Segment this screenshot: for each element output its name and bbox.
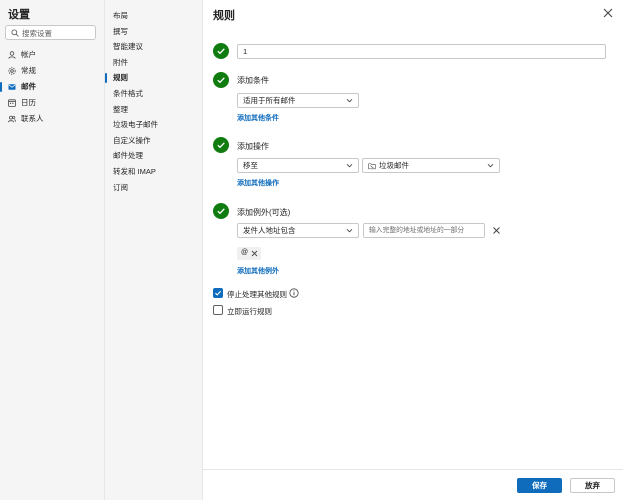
chevron-down-icon [346,98,353,103]
mail-nav-item-conditional-formatting[interactable]: 条件格式 [105,86,203,102]
add-exception-link[interactable]: 添加其他例外 [237,266,279,276]
condition-select[interactable]: 适用于所有邮件 [237,93,359,108]
step-complete-icon [213,43,229,59]
footer: 保存 放弃 [203,469,623,500]
rule-editor: 规则 1 添加条件 适用于所有邮件 添加其他条件 添加操作 移至 垃圾邮件 添加… [203,0,623,500]
action-select-value: 移至 [243,161,258,170]
exception-label: 添加例外(可选) [237,208,291,217]
step-complete-icon [213,72,229,88]
step-complete-icon [213,137,229,153]
add-action-link[interactable]: 添加其他操作 [237,178,279,188]
condition-label: 添加条件 [237,76,269,85]
chip-label: @ [241,249,249,256]
info-icon[interactable] [289,288,299,298]
run-now-checkbox[interactable] [213,305,223,315]
exception-select[interactable]: 发件人地址包含 [237,223,359,238]
stop-processing-checkbox[interactable] [213,288,223,298]
settings-title: 设置 [8,9,30,21]
stop-processing-label: 停止处理其他规则 [227,290,287,299]
mail-nav-item-compose[interactable]: 撰写 [105,24,203,40]
sidebar-item-label: 邮件 [21,82,36,91]
chevron-down-icon [487,163,494,168]
chevron-down-icon [346,228,353,233]
mail-icon [8,84,16,90]
calendar-icon [8,99,16,107]
close-icon[interactable] [601,6,615,20]
mail-nav-item-smart-suggestions[interactable]: 智能建议 [105,39,203,55]
search-placeholder: 搜索设置 [22,29,52,38]
gear-icon [8,67,16,75]
condition-select-value: 适用于所有邮件 [243,96,296,105]
search-input[interactable]: 搜索设置 [5,25,96,40]
sidebar-item-label: 常规 [21,66,36,75]
add-condition-link[interactable]: 添加其他条件 [237,113,279,123]
mail-nav-item-attachments[interactable]: 附件 [105,55,203,71]
page-title: 规则 [213,10,235,22]
rule-name-input[interactable]: 1 [237,44,606,59]
mail-nav-item-message-handling[interactable]: 邮件处理 [105,148,203,164]
mail-settings-nav: 布局 撰写 智能建议 附件 规则 条件格式 整理 垃圾电子邮件 自定义操作 邮件… [105,0,203,500]
run-now-label: 立即运行规则 [227,307,272,316]
chevron-down-icon [346,163,353,168]
save-button[interactable]: 保存 [517,478,562,493]
remove-exception-icon[interactable] [492,226,501,235]
exception-address-input[interactable]: 输入完整的地址或地址的一部分 [363,223,485,238]
sidebar-item-account[interactable]: 帐户 [0,47,104,63]
mail-nav-item-layout[interactable]: 布局 [105,8,203,24]
person-icon [8,51,16,59]
checkmark-icon [215,290,221,296]
exception-chip: @ [237,247,261,260]
mail-nav-item-rules[interactable]: 规则 [105,70,203,86]
search-icon [11,29,19,37]
action-label: 添加操作 [237,142,269,151]
junk-folder-icon [368,163,376,170]
sidebar-item-mail[interactable]: 邮件 [0,79,104,95]
mail-nav-item-forwarding-imap[interactable]: 转发和 IMAP [105,164,203,180]
exception-address-placeholder: 输入完整的地址或地址的一部分 [369,227,465,234]
discard-button[interactable]: 放弃 [570,478,615,493]
contacts-icon [8,115,16,123]
settings-nav: 帐户 常规 邮件 日历 联系人 [0,47,104,127]
folder-select[interactable]: 垃圾邮件 [362,158,500,173]
exception-select-value: 发件人地址包含 [243,226,296,235]
mail-nav-item-sweep[interactable]: 整理 [105,102,203,118]
action-select[interactable]: 移至 [237,158,359,173]
sidebar-item-label: 日历 [21,98,36,107]
mail-nav-item-junk-email[interactable]: 垃圾电子邮件 [105,117,203,133]
sidebar-item-general[interactable]: 常规 [0,63,104,79]
step-complete-icon [213,203,229,219]
mail-nav-item-custom-actions[interactable]: 自定义操作 [105,133,203,149]
sidebar-item-label: 帐户 [21,50,36,59]
settings-sidebar: 设置 搜索设置 帐户 常规 邮件 日历 联系人 [0,0,105,500]
sidebar-item-contacts[interactable]: 联系人 [0,111,104,127]
remove-chip-icon[interactable] [251,250,258,257]
folder-select-value: 垃圾邮件 [379,161,409,170]
mail-nav-item-subscriptions[interactable]: 订阅 [105,180,203,196]
sidebar-item-label: 联系人 [21,114,44,123]
sidebar-item-calendar[interactable]: 日历 [0,95,104,111]
